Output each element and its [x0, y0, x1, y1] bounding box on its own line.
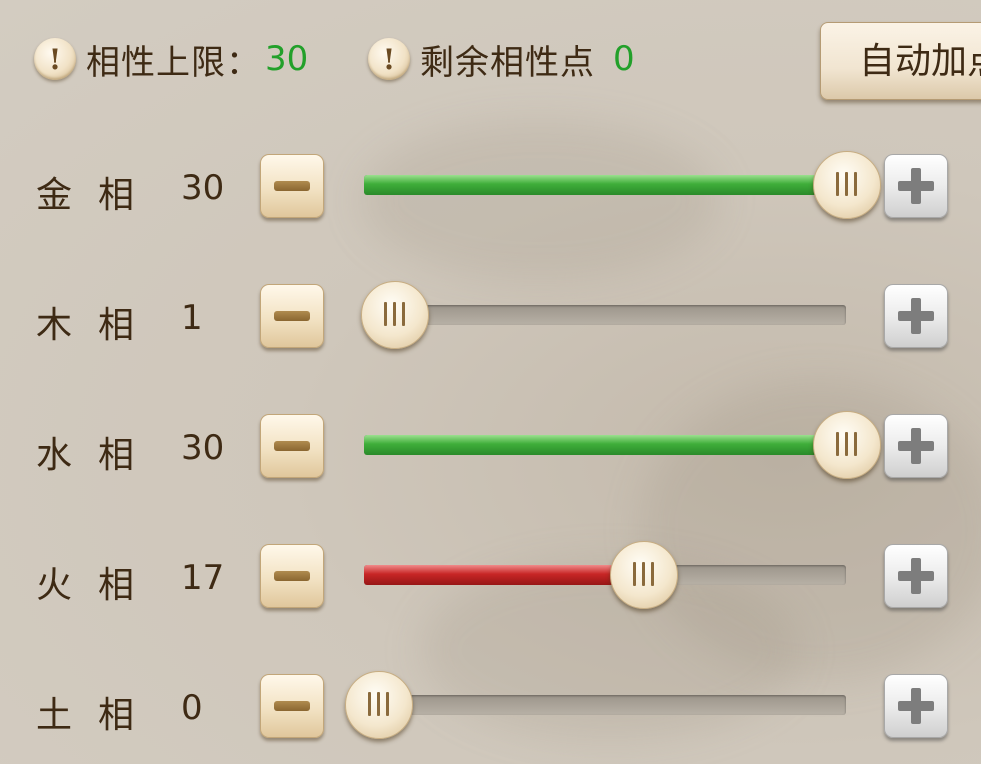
slider-grip-icon [836, 432, 839, 456]
attribute-cap-value: 30 [265, 39, 309, 79]
increase-button[interactable] [884, 674, 948, 738]
attribute-value: 1 [181, 298, 203, 338]
attribute-row-metal: 金相 30 [0, 148, 981, 228]
attribute-value: 30 [181, 428, 225, 468]
attribute-slider-track[interactable] [364, 411, 881, 479]
attribute-row-earth: 土相 0 [0, 668, 981, 748]
increase-button[interactable] [884, 284, 948, 348]
attribute-row-wood: 木相 1 [0, 278, 981, 358]
remaining-points-info: ! 剩余相性点 0 [368, 36, 635, 83]
slider-grip-icon [633, 562, 637, 586]
remaining-points-value: 0 [613, 39, 635, 79]
decrease-button[interactable] [260, 544, 324, 608]
attribute-label: 水相 [36, 435, 161, 476]
minus-icon [274, 571, 310, 581]
slider-grip-line [377, 692, 380, 716]
minus-icon [274, 441, 310, 451]
slider-grip-icon [368, 692, 371, 716]
exclamation-icon: ! [368, 38, 410, 80]
increase-button[interactable] [884, 544, 948, 608]
exclamation-icon: ! [34, 38, 76, 80]
attribute-cap-info: ! 相性上限： 30 [34, 36, 309, 83]
slider-thumb[interactable] [813, 411, 881, 479]
attribute-value: 0 [181, 688, 203, 728]
attribute-slider-track[interactable] [360, 281, 846, 349]
decrease-button[interactable] [260, 414, 324, 478]
attribute-label: 土相 [36, 695, 161, 736]
slider-grip-line [386, 692, 389, 716]
decrease-button[interactable] [260, 284, 324, 348]
slider-grip-icon [836, 172, 839, 196]
attribute-label: 火相 [36, 565, 161, 606]
slider-grip-line [845, 432, 848, 456]
minus-icon [274, 701, 310, 711]
slider-grip-icon [383, 302, 387, 326]
attribute-slider-track[interactable] [364, 151, 881, 219]
attribute-slider-fill [364, 175, 836, 195]
attribute-value: 30 [181, 168, 225, 208]
header-bar: ! 相性上限： 30 ! 剩余相性点 0 自动加点 [0, 0, 981, 120]
decrease-button[interactable] [260, 154, 324, 218]
decrease-button[interactable] [260, 674, 324, 738]
plus-icon-stroke [911, 558, 921, 594]
attribute-row-fire: 火相 17 [0, 538, 981, 618]
slider-grip-line [854, 172, 857, 196]
attribute-label: 木相 [36, 305, 161, 346]
remaining-points-label: 剩余相性点 [420, 42, 595, 83]
plus-icon-stroke [911, 168, 921, 204]
slider-grip-line [854, 432, 857, 456]
minus-icon [274, 311, 310, 321]
minus-icon [274, 181, 310, 191]
slider-grip-line [845, 172, 848, 196]
auto-allocate-button[interactable]: 自动加点 [820, 22, 981, 100]
slider-thumb[interactable] [345, 671, 413, 739]
slider-grip-line [392, 302, 396, 326]
attribute-slider-track[interactable] [364, 541, 846, 609]
attribute-slider-track[interactable] [345, 671, 846, 739]
slider-grip-line [651, 562, 655, 586]
increase-button[interactable] [884, 154, 948, 218]
plus-icon-stroke [911, 688, 921, 724]
attribute-slider-fill [364, 565, 634, 585]
slider-thumb[interactable] [813, 151, 881, 219]
plus-icon-stroke [911, 298, 921, 334]
slider-grip-line [401, 302, 405, 326]
attribute-slider-fill [364, 435, 836, 455]
increase-button[interactable] [884, 414, 948, 478]
slider-thumb[interactable] [360, 281, 429, 349]
slider-grip-line [642, 562, 646, 586]
plus-icon-stroke [911, 428, 921, 464]
attribute-row-water: 水相 30 [0, 408, 981, 488]
attribute-value: 17 [181, 558, 225, 598]
attribute-cap-label: 相性上限： [86, 42, 261, 83]
slider-thumb[interactable] [610, 541, 679, 609]
attribute-label: 金相 [36, 175, 161, 216]
